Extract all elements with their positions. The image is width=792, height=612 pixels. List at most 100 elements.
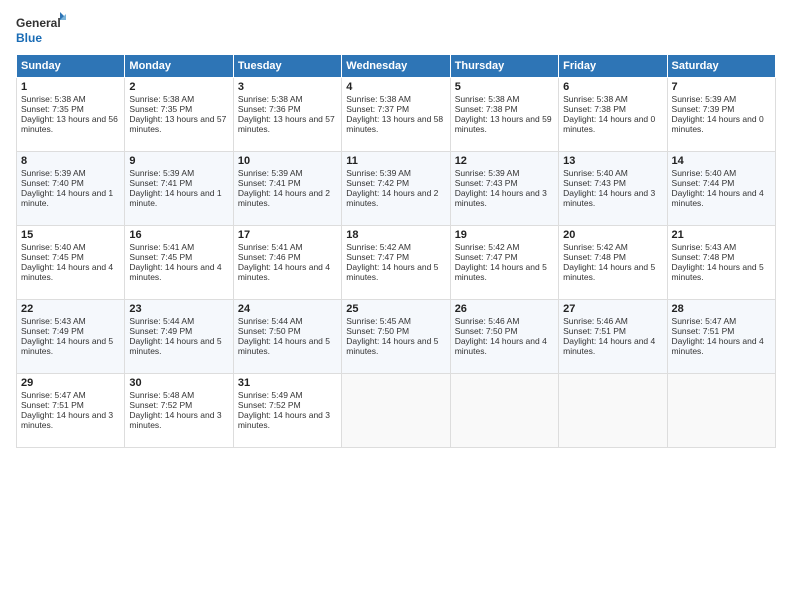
sunrise-label: Sunrise: 5:38 AM [563, 94, 628, 104]
sunrise-label: Sunrise: 5:41 AM [238, 242, 303, 252]
logo: General Blue [16, 12, 66, 48]
table-row: 19 Sunrise: 5:42 AM Sunset: 7:47 PM Dayl… [450, 226, 558, 300]
table-row: 20 Sunrise: 5:42 AM Sunset: 7:48 PM Dayl… [559, 226, 667, 300]
table-row: 28 Sunrise: 5:47 AM Sunset: 7:51 PM Dayl… [667, 300, 775, 374]
daylight-label: Daylight: 14 hours and 5 minutes. [129, 336, 221, 356]
calendar-table: Sunday Monday Tuesday Wednesday Thursday… [16, 54, 776, 448]
daylight-label: Daylight: 14 hours and 5 minutes. [346, 336, 438, 356]
day-number: 28 [672, 303, 771, 315]
table-row: 14 Sunrise: 5:40 AM Sunset: 7:44 PM Dayl… [667, 152, 775, 226]
sunset-label: Sunset: 7:39 PM [672, 104, 735, 114]
day-number: 23 [129, 303, 228, 315]
table-row: 7 Sunrise: 5:39 AM Sunset: 7:39 PM Dayli… [667, 78, 775, 152]
table-row: 30 Sunrise: 5:48 AM Sunset: 7:52 PM Dayl… [125, 374, 233, 448]
sunset-label: Sunset: 7:46 PM [238, 252, 301, 262]
page: General Blue Sunday Monday Tuesday Wedne… [0, 0, 792, 612]
sunrise-label: Sunrise: 5:45 AM [346, 316, 411, 326]
day-number: 20 [563, 229, 662, 241]
daylight-label: Daylight: 14 hours and 5 minutes. [346, 262, 438, 282]
col-tuesday: Tuesday [233, 55, 341, 78]
daylight-label: Daylight: 13 hours and 56 minutes. [21, 114, 118, 134]
col-friday: Friday [559, 55, 667, 78]
daylight-label: Daylight: 14 hours and 2 minutes. [346, 188, 438, 208]
day-number: 13 [563, 155, 662, 167]
sunset-label: Sunset: 7:48 PM [563, 252, 626, 262]
table-row: 4 Sunrise: 5:38 AM Sunset: 7:37 PM Dayli… [342, 78, 450, 152]
day-number: 14 [672, 155, 771, 167]
col-thursday: Thursday [450, 55, 558, 78]
logo-svg: General Blue [16, 12, 66, 48]
day-number: 21 [672, 229, 771, 241]
sunset-label: Sunset: 7:36 PM [238, 104, 301, 114]
day-number: 19 [455, 229, 554, 241]
table-row: 31 Sunrise: 5:49 AM Sunset: 7:52 PM Dayl… [233, 374, 341, 448]
table-row: 2 Sunrise: 5:38 AM Sunset: 7:35 PM Dayli… [125, 78, 233, 152]
svg-text:General: General [16, 16, 61, 30]
table-row: 17 Sunrise: 5:41 AM Sunset: 7:46 PM Dayl… [233, 226, 341, 300]
sunset-label: Sunset: 7:47 PM [346, 252, 409, 262]
day-number: 12 [455, 155, 554, 167]
table-row: 6 Sunrise: 5:38 AM Sunset: 7:38 PM Dayli… [559, 78, 667, 152]
sunset-label: Sunset: 7:52 PM [129, 400, 192, 410]
sunrise-label: Sunrise: 5:46 AM [455, 316, 520, 326]
day-number: 7 [672, 81, 771, 93]
table-row: 11 Sunrise: 5:39 AM Sunset: 7:42 PM Dayl… [342, 152, 450, 226]
sunset-label: Sunset: 7:43 PM [455, 178, 518, 188]
daylight-label: Daylight: 14 hours and 3 minutes. [455, 188, 547, 208]
sunrise-label: Sunrise: 5:39 AM [129, 168, 194, 178]
sunrise-label: Sunrise: 5:39 AM [21, 168, 86, 178]
sunrise-label: Sunrise: 5:43 AM [21, 316, 86, 326]
sunrise-label: Sunrise: 5:41 AM [129, 242, 194, 252]
daylight-label: Daylight: 14 hours and 5 minutes. [21, 336, 113, 356]
day-number: 8 [21, 155, 120, 167]
sunrise-label: Sunrise: 5:43 AM [672, 242, 737, 252]
day-number: 9 [129, 155, 228, 167]
day-number: 15 [21, 229, 120, 241]
table-row [667, 374, 775, 448]
header: General Blue [16, 12, 776, 48]
daylight-label: Daylight: 14 hours and 2 minutes. [238, 188, 330, 208]
sunrise-label: Sunrise: 5:38 AM [238, 94, 303, 104]
table-row: 18 Sunrise: 5:42 AM Sunset: 7:47 PM Dayl… [342, 226, 450, 300]
sunset-label: Sunset: 7:48 PM [672, 252, 735, 262]
daylight-label: Daylight: 14 hours and 4 minutes. [129, 262, 221, 282]
sunset-label: Sunset: 7:35 PM [21, 104, 84, 114]
table-row: 25 Sunrise: 5:45 AM Sunset: 7:50 PM Dayl… [342, 300, 450, 374]
daylight-label: Daylight: 13 hours and 57 minutes. [238, 114, 335, 134]
daylight-label: Daylight: 14 hours and 4 minutes. [672, 188, 764, 208]
table-row: 5 Sunrise: 5:38 AM Sunset: 7:38 PM Dayli… [450, 78, 558, 152]
daylight-label: Daylight: 13 hours and 58 minutes. [346, 114, 443, 134]
sunrise-label: Sunrise: 5:38 AM [346, 94, 411, 104]
table-row: 8 Sunrise: 5:39 AM Sunset: 7:40 PM Dayli… [17, 152, 125, 226]
day-number: 17 [238, 229, 337, 241]
daylight-label: Daylight: 14 hours and 5 minutes. [672, 262, 764, 282]
table-row: 13 Sunrise: 5:40 AM Sunset: 7:43 PM Dayl… [559, 152, 667, 226]
table-row: 21 Sunrise: 5:43 AM Sunset: 7:48 PM Dayl… [667, 226, 775, 300]
sunset-label: Sunset: 7:50 PM [346, 326, 409, 336]
sunset-label: Sunset: 7:51 PM [21, 400, 84, 410]
daylight-label: Daylight: 13 hours and 57 minutes. [129, 114, 226, 134]
day-number: 4 [346, 81, 445, 93]
table-row: 27 Sunrise: 5:46 AM Sunset: 7:51 PM Dayl… [559, 300, 667, 374]
sunrise-label: Sunrise: 5:47 AM [672, 316, 737, 326]
table-row: 16 Sunrise: 5:41 AM Sunset: 7:45 PM Dayl… [125, 226, 233, 300]
sunrise-label: Sunrise: 5:39 AM [672, 94, 737, 104]
col-monday: Monday [125, 55, 233, 78]
day-number: 5 [455, 81, 554, 93]
header-row: Sunday Monday Tuesday Wednesday Thursday… [17, 55, 776, 78]
col-wednesday: Wednesday [342, 55, 450, 78]
day-number: 18 [346, 229, 445, 241]
table-row: 29 Sunrise: 5:47 AM Sunset: 7:51 PM Dayl… [17, 374, 125, 448]
sunset-label: Sunset: 7:38 PM [563, 104, 626, 114]
sunset-label: Sunset: 7:49 PM [21, 326, 84, 336]
daylight-label: Daylight: 14 hours and 3 minutes. [563, 188, 655, 208]
day-number: 3 [238, 81, 337, 93]
day-number: 31 [238, 377, 337, 389]
table-row: 12 Sunrise: 5:39 AM Sunset: 7:43 PM Dayl… [450, 152, 558, 226]
svg-text:Blue: Blue [16, 31, 42, 45]
day-number: 22 [21, 303, 120, 315]
table-row [342, 374, 450, 448]
sunrise-label: Sunrise: 5:39 AM [346, 168, 411, 178]
sunset-label: Sunset: 7:38 PM [455, 104, 518, 114]
day-number: 26 [455, 303, 554, 315]
